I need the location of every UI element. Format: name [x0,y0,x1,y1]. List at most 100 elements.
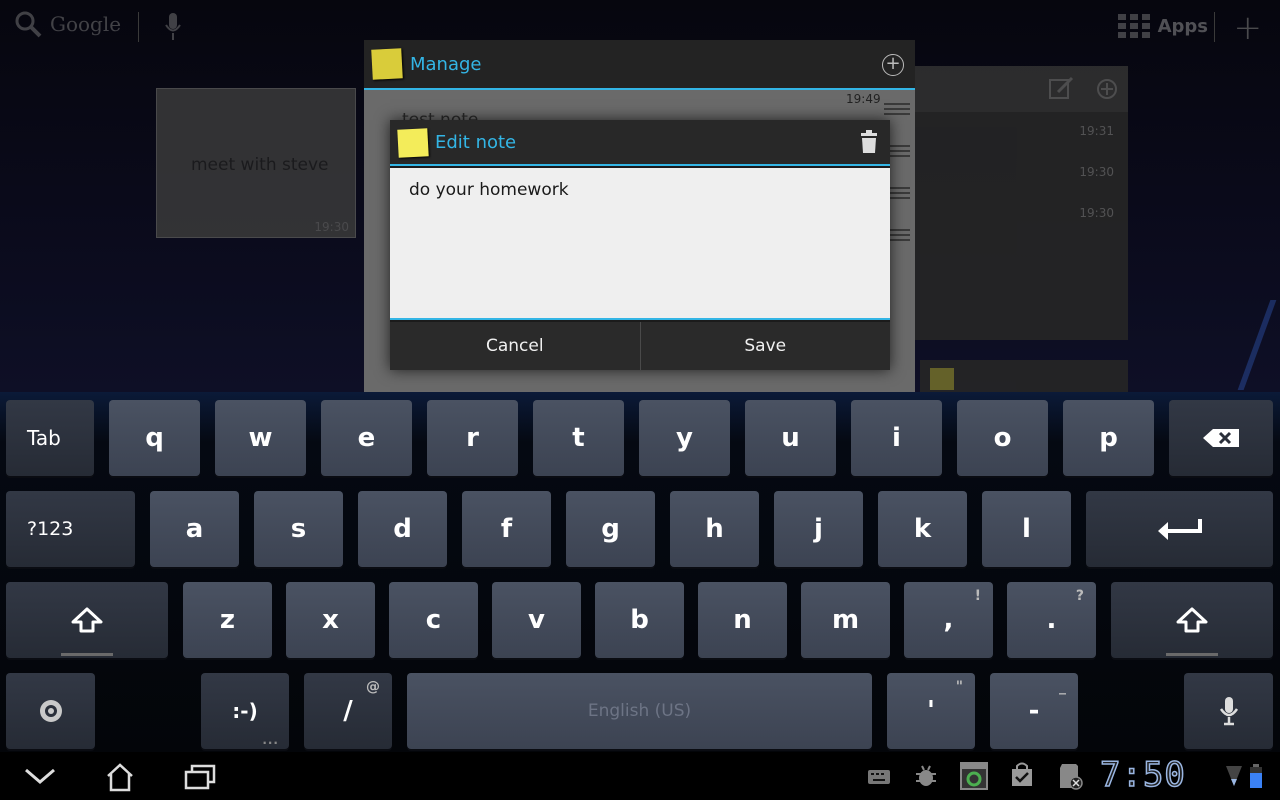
key-p[interactable]: p [1063,400,1154,476]
sticky-note-time: 19:30 [314,220,349,234]
home-icon[interactable] [104,762,136,792]
key-period-hint: ? [1075,588,1084,604]
key-h[interactable]: h [670,491,759,567]
key-dash-hint: _ [1059,679,1066,695]
key-space[interactable]: English (US) [407,673,872,749]
key-r[interactable]: r [427,400,518,476]
shift-icon [71,607,103,633]
voice-search-icon[interactable] [164,12,182,42]
key-apostrophe[interactable]: ' " [887,673,975,749]
key-voice-input[interactable] [1184,673,1273,749]
key-comma[interactable]: , ! [904,582,993,658]
google-label: Google [50,12,122,36]
notes-list-widget: 19:31 19:30 19:30 [912,66,1128,340]
key-u[interactable]: u [745,400,836,476]
key-period-label: . [1046,605,1057,635]
delete-icon[interactable] [860,130,878,154]
note-text-value: do your homework [409,180,569,200]
key-b[interactable]: b [595,582,684,658]
key-i[interactable]: i [851,400,942,476]
key-c[interactable]: c [389,582,478,658]
screenshot-icon [960,762,988,790]
key-tab[interactable]: Tab [6,400,94,476]
key-settings[interactable] [6,673,95,749]
key-shift-right[interactable] [1111,582,1273,658]
manage-title: Manage [410,54,482,75]
shift-icon [1176,607,1208,633]
key-slash-hint: @ [366,679,380,695]
key-d[interactable]: d [358,491,447,567]
keyboard-icon [868,770,890,784]
key-s[interactable]: s [254,491,343,567]
key-apostrophe-label: ' [927,696,935,726]
more-options-icon: ... [262,733,279,747]
sticky-note-widget[interactable]: meet with steve 19:30 [156,88,356,238]
battery-icon [1250,764,1262,788]
apps-grid-icon [1117,14,1150,38]
soft-keyboard: Tab q w e r t y u i o p ?123 a s d f g h… [0,392,1280,752]
microphone-icon [1219,697,1238,726]
key-f[interactable]: f [462,491,551,567]
key-smiley[interactable]: :-) ... [201,673,289,749]
key-dash[interactable]: - _ [990,673,1078,749]
key-o[interactable]: o [957,400,1048,476]
key-j[interactable]: j [774,491,863,567]
key-a[interactable]: a [150,491,239,567]
dialog-title: Edit note [435,132,517,153]
note-time: 19:49 [846,92,881,106]
key-apostrophe-hint: " [955,679,963,695]
key-n[interactable]: n [698,582,787,658]
key-w[interactable]: w [215,400,306,476]
hide-keyboard-icon[interactable] [24,768,56,784]
notes-list-header [912,66,1128,112]
key-g[interactable]: g [566,491,655,567]
divider [138,12,139,42]
system-bar: 7:50 [0,752,1280,800]
key-t[interactable]: t [533,400,624,476]
note-text-field[interactable]: do your homework [390,168,890,320]
key-l[interactable]: l [982,491,1071,567]
key-slash[interactable]: / @ [304,673,392,749]
divider [1214,12,1215,42]
dialog-header: Edit note [390,120,890,166]
add-note-icon[interactable]: + [882,54,904,76]
usb-debugging-icon [916,765,936,786]
key-k[interactable]: k [878,491,967,567]
key-v[interactable]: v [492,582,581,658]
backspace-icon [1203,429,1239,447]
key-smiley-label: :-) [232,699,258,723]
edit-note-dialog: Edit note do your homework Cancel Save [390,120,890,370]
key-m[interactable]: m [801,582,890,658]
shift-indicator [61,653,113,656]
key-period[interactable]: . ? [1007,582,1096,658]
wallpaper-accent [1183,300,1277,390]
save-button[interactable]: Save [639,322,890,370]
sticky-note-text: meet with steve [191,155,329,175]
drag-handle-icon[interactable] [884,100,910,120]
recent-apps-icon[interactable] [184,764,216,790]
key-enter[interactable] [1086,491,1273,567]
key-symbols[interactable]: ?123 [6,491,135,567]
apps-label: Apps [1157,15,1208,37]
note-time: 19:30 [1079,165,1114,179]
key-shift-left[interactable] [6,582,168,658]
cancel-button[interactable]: Cancel [390,322,640,370]
key-y[interactable]: y [639,400,730,476]
google-search-bar[interactable]: Google [14,10,121,38]
key-comma-label: , [943,605,954,635]
key-x[interactable]: x [286,582,375,658]
key-e[interactable]: e [321,400,412,476]
add-widget-icon[interactable]: + [1234,8,1263,48]
key-q[interactable]: q [109,400,200,476]
sticky-note-icon [371,48,403,80]
enter-icon [1157,519,1202,540]
dialog-button-bar: Cancel Save [390,322,890,370]
sd-card-icon [1060,764,1083,790]
key-backspace[interactable] [1169,400,1273,476]
apps-button[interactable]: Apps [1117,14,1208,38]
note-time: 19:30 [1079,206,1114,220]
key-slash-label: / [343,696,353,726]
key-z[interactable]: z [183,582,272,658]
wifi-signal-icon [1226,766,1242,786]
settings-icon [39,700,62,722]
